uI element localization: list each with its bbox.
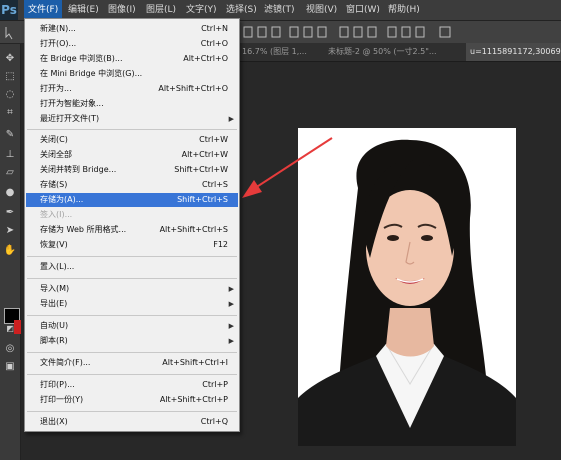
menu-layer[interactable]: 图层(L) <box>142 0 180 20</box>
menu-window[interactable]: 窗口(W) <box>342 0 384 20</box>
submenu-arrow-icon: ▶ <box>228 337 234 345</box>
menu-item-close-go-bridge[interactable]: 关闭并转到 Bridge... Shift+Ctrl+W <box>26 163 238 177</box>
menu-item-new[interactable]: 新建(N)... Ctrl+N <box>26 22 238 36</box>
distribute-bottom-icon <box>367 26 377 38</box>
stamp-icon[interactable]: ⊥ <box>3 148 17 162</box>
hand-icon[interactable]: ✋ <box>3 244 17 258</box>
menu-item-open-as[interactable]: 打开为... Alt+Shift+Ctrl+O <box>26 82 238 96</box>
file-menu-dropdown: 新建(N)... Ctrl+N 打开(O)... Ctrl+O 在 Bridge 中… <box>24 18 240 432</box>
menu-item-check-in: 签入(I)... <box>40 210 73 219</box>
move-tool-icon <box>5 27 13 40</box>
menu-help[interactable]: 帮助(H) <box>384 0 424 20</box>
menu-item-recent-files[interactable]: 最近打开文件(T) ▶ <box>26 112 238 126</box>
menu-item-open[interactable]: 打开(O)... Ctrl+O <box>26 37 238 51</box>
blur-icon[interactable]: ● <box>3 186 17 200</box>
align-bottom-icon <box>271 26 281 38</box>
distribute-left-icon <box>387 26 397 38</box>
menu-separator <box>27 352 237 353</box>
menu-item-exit[interactable]: 退出(X) Ctrl+Q <box>26 415 238 429</box>
menu-edit[interactable]: 编辑(E) <box>64 0 103 20</box>
menu-item-file-info[interactable]: 文件简介(F)... Alt+Shift+Ctrl+I <box>26 356 238 370</box>
auto-align-icon <box>439 26 451 38</box>
menu-select[interactable]: 选择(S) <box>222 0 261 20</box>
quick-mask-icon[interactable]: ◎ <box>3 342 17 356</box>
menu-separator <box>27 315 237 316</box>
tab-document-2[interactable]: 未标题-2 @ 50% (一寸2.5"... <box>328 43 462 61</box>
align-center-icon <box>303 26 313 38</box>
menu-item-browse-bridge[interactable]: 在 Bridge 中浏览(B)... Alt+Ctrl+O <box>26 52 238 66</box>
menu-separator <box>27 278 237 279</box>
distribute-middle-icon <box>353 26 363 38</box>
portrait-photo <box>298 128 516 446</box>
menu-item-save[interactable]: 存储(S) Ctrl+S <box>26 178 238 192</box>
menu-type[interactable]: 文字(Y) <box>182 0 221 20</box>
menu-item-print[interactable]: 打印(P)... Ctrl+P <box>26 378 238 392</box>
tab-document-3[interactable]: u=1115891172,300696 <box>466 43 561 61</box>
submenu-arrow-icon: ▶ <box>228 300 234 308</box>
menu-item-scripts[interactable]: 脚本(R) ▶ <box>26 334 238 348</box>
tools-panel: ✥ ⬚ ◌ ⌗ ✎ ⊥ ▱ ● ✒ ➤ ✋ ◩ ◎ ▣ <box>0 44 22 460</box>
eraser-icon[interactable]: ▱ <box>3 166 17 180</box>
document-tabs: 16.7% (图层 1,... 未标题-2 @ 50% (一寸2.5"... u… <box>240 43 561 62</box>
align-left-icon <box>289 26 299 38</box>
menu-item-place[interactable]: 置入(L)... <box>26 260 238 274</box>
submenu-arrow-icon: ▶ <box>228 285 234 293</box>
menu-item-browse-mini-bridge[interactable]: 在 Mini Bridge 中浏览(G)... <box>26 67 238 81</box>
crop-icon[interactable]: ⌗ <box>3 106 17 120</box>
menu-separator <box>27 374 237 375</box>
submenu-arrow-icon: ▶ <box>228 322 234 330</box>
align-top-icon <box>243 26 253 38</box>
screen-mode-icon[interactable]: ▣ <box>3 360 17 374</box>
swap-colors-icon[interactable]: ◩ <box>3 322 17 336</box>
menu-filter[interactable]: 滤镜(T) <box>260 0 299 20</box>
tab-document-1[interactable]: 16.7% (图层 1,... <box>242 43 324 61</box>
menu-item-automate[interactable]: 自动(U) ▶ <box>26 319 238 333</box>
menu-item-revert[interactable]: 恢复(V) F12 <box>26 238 238 252</box>
menu-view[interactable]: 视图(V) <box>302 0 341 20</box>
menu-item-save-as[interactable]: 存储为(A)... Shift+Ctrl+S <box>26 193 238 207</box>
photoshop-logo: Ps <box>0 0 18 20</box>
portrait-image <box>298 128 516 446</box>
menu-separator <box>27 129 237 130</box>
menu-item-save-for-web[interactable]: 存储为 Web 所用格式... Alt+Shift+Ctrl+S <box>26 223 238 237</box>
menu-item-close[interactable]: 关闭(C) Ctrl+W <box>26 133 238 147</box>
menu-image[interactable]: 图像(I) <box>104 0 140 20</box>
eyedropper-icon[interactable]: ✎ <box>3 128 17 142</box>
menu-file[interactable]: 文件(F) <box>24 0 63 20</box>
menu-separator <box>27 256 237 257</box>
menu-item-import[interactable]: 导入(M) ▶ <box>26 282 238 296</box>
marquee-icon[interactable]: ⬚ <box>3 70 17 84</box>
align-right-icon <box>317 26 327 38</box>
pen-icon[interactable]: ✒ <box>3 206 17 220</box>
align-middle-icon <box>257 26 267 38</box>
distribute-center-icon <box>401 26 411 38</box>
submenu-arrow-icon: ▶ <box>228 115 234 123</box>
distribute-top-icon <box>339 26 349 38</box>
menu-item-print-one-copy[interactable]: 打印一份(Y) Alt+Shift+Ctrl+P <box>26 393 238 407</box>
menu-item-close-all[interactable]: 关闭全部 Alt+Ctrl+W <box>26 148 238 162</box>
move-icon[interactable]: ✥ <box>3 52 17 66</box>
distribute-right-icon <box>415 26 425 38</box>
lasso-icon[interactable]: ◌ <box>3 88 17 102</box>
menu-item-open-smart-object[interactable]: 打开为智能对象... <box>26 97 238 111</box>
path-select-icon[interactable]: ➤ <box>3 224 17 238</box>
menu-item-export[interactable]: 导出(E) ▶ <box>26 297 238 311</box>
menu-separator <box>27 411 237 412</box>
